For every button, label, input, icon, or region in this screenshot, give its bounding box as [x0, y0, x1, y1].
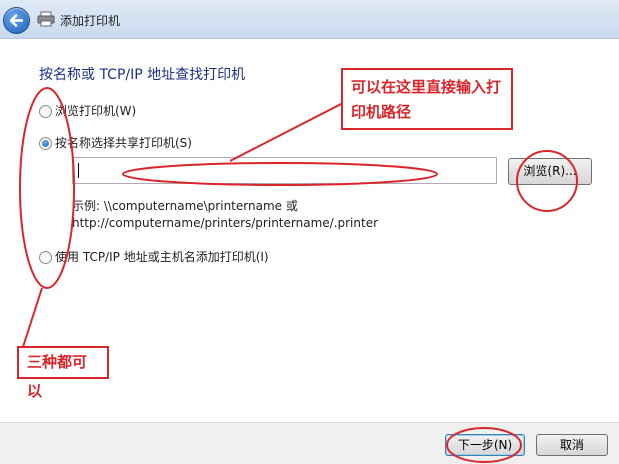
pointer-line-options [21, 287, 43, 351]
annotation-overlay [19, 87, 578, 463]
pointer-line-input [229, 101, 346, 162]
ellipse-next [446, 427, 522, 463]
ellipse-browse [516, 150, 578, 212]
annotation-callout-input: 可以在这里直接输入打印机路径 [341, 68, 513, 130]
ellipse-input [122, 162, 438, 186]
annotation-callout-options: 三种都可以 [17, 346, 109, 400]
ellipse-options [19, 87, 75, 289]
